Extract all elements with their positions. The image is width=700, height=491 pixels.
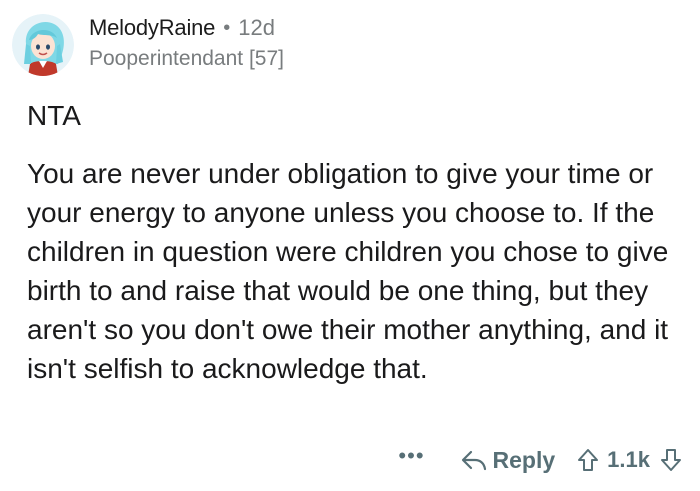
- comment-paragraph: You are never under obligation to give y…: [27, 158, 669, 384]
- meta-separator: •: [223, 17, 231, 39]
- vote-controls: 1.1k: [577, 447, 682, 473]
- upvote-arrow-icon[interactable]: [577, 448, 599, 472]
- comment-meta-row: MelodyRaine • 12d: [89, 14, 284, 42]
- avatar-icon: [12, 14, 74, 76]
- comment-meta: MelodyRaine • 12d Pooperintendant [57]: [89, 14, 284, 70]
- comment-age[interactable]: 12d: [238, 17, 275, 39]
- comment-body: NTA You are never under obligation to gi…: [27, 96, 687, 388]
- avatar[interactable]: [12, 14, 74, 76]
- comment-actions: ••• Reply 1.1k: [398, 440, 682, 480]
- user-flair: Pooperintendant [57]: [89, 47, 284, 70]
- comment: MelodyRaine • 12d Pooperintendant [57] N…: [0, 0, 700, 491]
- comment-paragraph: NTA: [27, 100, 81, 131]
- author-username[interactable]: MelodyRaine: [89, 17, 215, 39]
- vote-score: 1.1k: [607, 447, 650, 472]
- reply-label: Reply: [492, 446, 556, 473]
- reply-arrow-icon: [461, 449, 487, 471]
- downvote-arrow-icon[interactable]: [660, 448, 682, 472]
- reply-button[interactable]: Reply: [461, 446, 556, 474]
- more-options-button[interactable]: •••: [398, 443, 424, 469]
